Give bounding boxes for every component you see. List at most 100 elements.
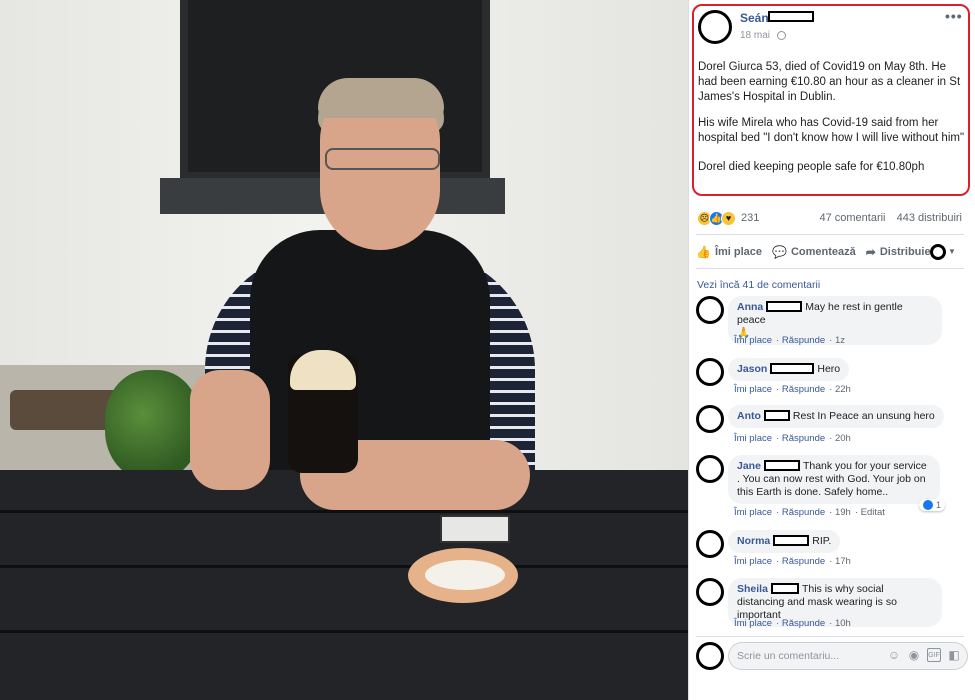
comment-button[interactable]: 💬 Comentează bbox=[772, 245, 856, 259]
comment-item: Norma RIP. Îmi place · Răspunde · 17h bbox=[696, 530, 971, 570]
comment-like-link[interactable]: Îmi place bbox=[734, 618, 772, 629]
photo-plant bbox=[105, 370, 200, 480]
commenter-name[interactable]: Anna bbox=[737, 301, 763, 313]
author-avatar[interactable] bbox=[698, 10, 732, 44]
photo-matchbox bbox=[440, 515, 510, 543]
commenter-name[interactable]: Anto bbox=[737, 410, 761, 422]
thumbs-up-icon: 👍 bbox=[696, 245, 711, 259]
commenter-name[interactable]: Jane bbox=[737, 460, 761, 472]
camera-icon[interactable]: ◉ bbox=[907, 648, 921, 662]
comment-text: RIP. bbox=[812, 535, 832, 547]
post-paragraph-3: Dorel died keeping people safe for €10.8… bbox=[698, 161, 925, 173]
commenter-name[interactable]: Jason bbox=[737, 363, 767, 375]
gif-icon[interactable]: GIF bbox=[927, 648, 941, 662]
audience-avatar[interactable] bbox=[930, 244, 946, 260]
comment-reply-link[interactable]: Răspunde bbox=[782, 556, 825, 567]
redaction-bar bbox=[766, 301, 803, 312]
care-reaction-icon: ♥ bbox=[721, 210, 736, 226]
comment-like-link[interactable]: Îmi place bbox=[734, 335, 772, 346]
commenter-name[interactable]: Norma bbox=[737, 535, 770, 547]
sticker-icon[interactable]: ◧ bbox=[947, 648, 961, 662]
commenter-avatar[interactable] bbox=[696, 530, 724, 558]
comment-text: Rest In Peace an unsung hero bbox=[792, 410, 935, 422]
commenter-avatar[interactable] bbox=[696, 405, 724, 433]
comment-time[interactable]: 10h bbox=[835, 618, 851, 629]
like-button-label: Îmi place bbox=[714, 246, 763, 258]
photo-person-glasses bbox=[325, 148, 440, 170]
see-more-comments-link[interactable]: Vezi încă 41 de comentarii bbox=[697, 279, 820, 291]
divider bbox=[696, 234, 964, 235]
redaction-bar bbox=[763, 410, 790, 421]
comment-bubble: Norma RIP. bbox=[728, 530, 841, 553]
commenter-avatar[interactable] bbox=[696, 578, 724, 606]
shares-count-link[interactable]: 443 distribuiri bbox=[897, 212, 962, 224]
reaction-count: 231 bbox=[741, 212, 760, 224]
commenter-avatar[interactable] bbox=[696, 358, 724, 386]
comment-meta: Îmi place · Răspunde · 19h · Editat bbox=[734, 507, 885, 518]
photo-ashtray-inner bbox=[425, 560, 505, 590]
photo-person-hand bbox=[190, 370, 270, 490]
like-button[interactable]: 👍 Îmi place bbox=[696, 245, 762, 259]
divider bbox=[696, 636, 964, 637]
comment-reply-link[interactable]: Răspunde bbox=[782, 507, 825, 518]
chevron-down-icon[interactable]: ▼ bbox=[948, 247, 956, 256]
comment-item: Jason Hero Îmi place · Răspunde · 22h bbox=[696, 358, 971, 398]
redaction-bar bbox=[770, 583, 799, 594]
comment-like-link[interactable]: Îmi place bbox=[734, 507, 772, 518]
redaction-bar bbox=[773, 535, 810, 546]
table-plank-gap bbox=[0, 510, 688, 513]
current-user-avatar[interactable] bbox=[696, 642, 724, 670]
action-bar: 👍 Îmi place 💬 Comentează ➦ Distribuie bbox=[696, 242, 964, 262]
comment-bubble: Jane Thank you for your service . You can… bbox=[728, 455, 940, 504]
comment-edited-label[interactable]: Editat bbox=[861, 507, 885, 518]
divider bbox=[696, 268, 964, 269]
comment-item: Sheila This is why social distancing and … bbox=[696, 578, 971, 629]
comment-time[interactable]: 19h bbox=[835, 507, 851, 518]
comment-reply-link[interactable]: Răspunde bbox=[782, 384, 825, 395]
reaction-summary[interactable]: ☹ 👍 ♥ 231 bbox=[697, 209, 759, 227]
post-date[interactable]: 18 mai bbox=[740, 30, 770, 41]
comment-like-link[interactable]: Îmi place bbox=[734, 556, 772, 567]
photo-person-hair-top bbox=[318, 78, 444, 118]
comment-button-label: Comentează bbox=[790, 246, 856, 258]
comment-meta: Îmi place · Răspunde · 10h bbox=[734, 618, 851, 629]
comment-composer: Scrie un comentariu... ☺ ◉ GIF ◧ bbox=[696, 640, 971, 674]
speech-bubble-icon: 💬 bbox=[772, 245, 787, 259]
like-reaction-icon bbox=[923, 500, 933, 510]
comment-like-badge[interactable]: 1 bbox=[919, 499, 946, 511]
comment-bubble: Anto Rest In Peace an unsung hero bbox=[728, 405, 944, 428]
comment-item: Anto Rest In Peace an unsung hero Îmi pla… bbox=[696, 405, 971, 445]
composer-icons: ☺ ◉ GIF ◧ bbox=[887, 648, 961, 662]
author-name[interactable]: Seán bbox=[740, 11, 769, 25]
comment-item: Anna May he rest in gentle peace 🙏 Îmi pl… bbox=[696, 296, 971, 346]
comment-reply-link[interactable]: Răspunde bbox=[782, 335, 825, 346]
smiley-icon[interactable]: ☺ bbox=[887, 648, 901, 662]
globe-icon bbox=[777, 31, 786, 40]
post-paragraph-2: His wife Mirela who has Covid-19 said fr… bbox=[698, 117, 965, 144]
comment-like-count: 1 bbox=[936, 500, 942, 510]
post-paragraph-1: Dorel Giurca 53, died of Covid19 on May … bbox=[698, 61, 961, 103]
commenter-avatar[interactable] bbox=[696, 455, 724, 483]
comment-time[interactable]: 22h bbox=[835, 384, 851, 395]
post-photo[interactable] bbox=[0, 0, 688, 700]
comments-count-link[interactable]: 47 comentarii bbox=[819, 212, 885, 224]
comment-meta: Îmi place · Răspunde · 20h bbox=[734, 433, 851, 444]
comment-time[interactable]: 20h bbox=[835, 433, 851, 444]
comment-reply-link[interactable]: Răspunde bbox=[782, 618, 825, 629]
commenter-avatar[interactable] bbox=[696, 296, 724, 324]
comment-like-link[interactable]: Îmi place bbox=[734, 433, 772, 444]
share-button[interactable]: ➦ Distribuie bbox=[866, 245, 931, 259]
table-plank-gap bbox=[0, 565, 688, 568]
comment-meta: Îmi place · Răspunde · 17h bbox=[734, 556, 851, 567]
engagement-counts: 47 comentarii 443 distribuiri bbox=[811, 212, 962, 224]
redaction-bar bbox=[768, 11, 814, 22]
comment-reply-link[interactable]: Răspunde bbox=[782, 433, 825, 444]
redaction-bar bbox=[763, 460, 800, 471]
comment-time[interactable]: 17h bbox=[835, 556, 851, 567]
comment-text: Hero bbox=[817, 363, 841, 375]
more-options-icon[interactable]: ••• bbox=[945, 8, 963, 24]
comment-bubble: Jason Hero bbox=[728, 358, 850, 381]
comment-like-link[interactable]: Îmi place bbox=[734, 384, 772, 395]
comment-time[interactable]: 1z bbox=[835, 335, 845, 346]
commenter-name[interactable]: Sheila bbox=[737, 583, 768, 595]
